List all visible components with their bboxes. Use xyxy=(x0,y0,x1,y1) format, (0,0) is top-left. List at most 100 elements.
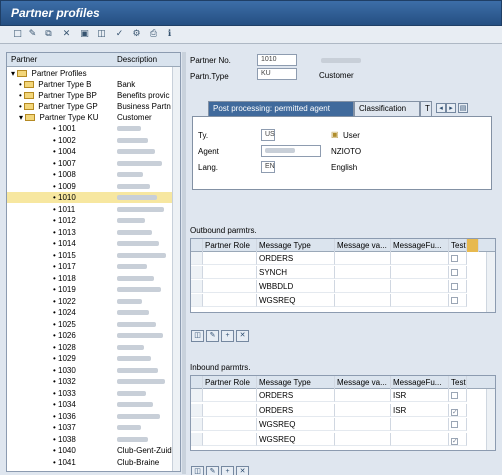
tree-partner-row[interactable]: • 1007 xyxy=(7,158,180,169)
outbound-scrollbar[interactable] xyxy=(486,252,495,312)
test-checkbox[interactable] xyxy=(451,269,458,276)
row-select[interactable] xyxy=(191,418,203,431)
message-variant-cell[interactable] xyxy=(335,252,391,265)
new-icon[interactable]: □ xyxy=(12,29,23,40)
row-select[interactable] xyxy=(191,294,203,307)
tab-next-icon[interactable]: ▸ xyxy=(446,103,456,113)
table-row[interactable]: WGSREQ xyxy=(191,294,495,307)
message-type-cell[interactable]: ORDERS xyxy=(257,389,335,402)
tree-partner-row[interactable]: • 1004 xyxy=(7,146,180,157)
test-checkbox[interactable] xyxy=(451,297,458,304)
tree-partner-row[interactable]: • 1038 xyxy=(7,434,180,445)
tab-more[interactable]: T xyxy=(420,101,432,116)
message-type-cell[interactable]: WGSREQ xyxy=(257,418,335,431)
table-row[interactable]: WGSREQ ✓ xyxy=(191,432,495,446)
message-variant-cell[interactable] xyxy=(335,294,391,307)
tree-partner-row[interactable]: • 1041 Club-Braine xyxy=(7,457,180,468)
test-checkbox[interactable] xyxy=(451,255,458,262)
tree-partner-row[interactable]: • 1019 xyxy=(7,284,180,295)
tree-partner-row[interactable]: • 1001 xyxy=(7,123,180,134)
test-cell[interactable] xyxy=(449,252,467,265)
partn-type-field[interactable]: KU xyxy=(257,68,297,80)
col-header[interactable]: MessageFu... xyxy=(391,239,449,252)
message-variant-cell[interactable] xyxy=(335,266,391,279)
lang-field[interactable]: EN xyxy=(261,161,275,173)
tree-partner-row[interactable]: • 1036 xyxy=(7,411,180,422)
col-header[interactable]: Partner Role xyxy=(203,239,257,252)
message-function-cell[interactable] xyxy=(391,252,449,265)
create-icon[interactable]: + xyxy=(221,466,234,475)
message-type-cell[interactable]: WGSREQ xyxy=(257,294,335,307)
layout-icon[interactable] xyxy=(467,239,479,252)
info-icon[interactable]: ℹ xyxy=(164,29,175,40)
message-function-cell[interactable] xyxy=(391,418,449,431)
tree-partner-row[interactable]: • 1009 xyxy=(7,181,180,192)
display-icon[interactable]: ◫ xyxy=(96,29,107,40)
collapsed-icon[interactable]: • xyxy=(19,102,22,111)
message-function-cell[interactable] xyxy=(391,280,449,293)
partner-role-cell[interactable] xyxy=(203,294,257,307)
table-row[interactable]: WGSREQ xyxy=(191,418,495,431)
tree-partner-row[interactable]: • 1014 xyxy=(7,238,180,249)
tree-type-row[interactable]: • Partner Type GP Business Partn xyxy=(7,101,180,112)
partner-role-cell[interactable] xyxy=(203,266,257,279)
row-select[interactable] xyxy=(191,252,203,265)
message-function-cell[interactable]: ISR xyxy=(391,403,449,417)
expand-icon[interactable]: ▾ xyxy=(19,113,23,122)
tree-partner-row[interactable]: • 1034 xyxy=(7,399,180,410)
row-select[interactable] xyxy=(191,389,203,402)
create-icon[interactable]: + xyxy=(221,330,234,342)
message-type-cell[interactable]: WGSREQ xyxy=(257,432,335,446)
test-cell[interactable] xyxy=(449,389,467,402)
table-row[interactable]: ORDERS ISR xyxy=(191,389,495,402)
agent-field[interactable] xyxy=(261,145,321,157)
tree-partner-row[interactable]: • 1026 xyxy=(7,330,180,341)
save-icon[interactable]: ▣ xyxy=(79,29,90,40)
tree-partner-row[interactable]: • 1022 xyxy=(7,296,180,307)
row-select[interactable] xyxy=(191,403,203,417)
tree-scrollbar[interactable] xyxy=(172,67,180,471)
tree-root[interactable]: ▾ Partner Profiles xyxy=(7,68,180,79)
table-row[interactable]: ORDERS xyxy=(191,252,495,265)
row-select[interactable] xyxy=(191,280,203,293)
display-icon[interactable]: ◫ xyxy=(191,466,204,475)
display-icon[interactable]: ◫ xyxy=(191,330,204,342)
copy-icon[interactable]: ⧉ xyxy=(43,29,54,40)
test-cell[interactable]: ✓ xyxy=(449,403,467,417)
partner-role-cell[interactable] xyxy=(203,403,257,417)
change-icon[interactable]: ✎ xyxy=(206,466,219,475)
splitter[interactable] xyxy=(182,52,186,474)
tree-partner-row[interactable]: • 1029 xyxy=(7,353,180,364)
partner-no-field[interactable]: 1010 xyxy=(257,54,297,66)
partner-role-cell[interactable] xyxy=(203,252,257,265)
inbound-scrollbar[interactable] xyxy=(486,389,495,450)
tree-partner-row[interactable]: • 1028 xyxy=(7,342,180,353)
tree-partner-row[interactable]: • 1018 xyxy=(7,273,180,284)
tree-partner-row[interactable]: • 1030 xyxy=(7,365,180,376)
check-icon[interactable]: ✓ xyxy=(114,29,125,40)
tree-partner-row[interactable]: • 1013 xyxy=(7,227,180,238)
tab-list-icon[interactable]: ▤ xyxy=(458,103,468,113)
tab-prev-icon[interactable]: ◂ xyxy=(436,103,446,113)
table-row[interactable]: SYNCH xyxy=(191,266,495,279)
partner-role-cell[interactable] xyxy=(203,432,257,446)
message-variant-cell[interactable] xyxy=(335,389,391,402)
tree-type-row[interactable]: • Partner Type B Bank xyxy=(7,79,180,90)
tree-partner-row[interactable]: • 1025 xyxy=(7,319,180,330)
test-checkbox[interactable] xyxy=(451,392,458,399)
test-checkbox[interactable] xyxy=(451,421,458,428)
tree-partner-row[interactable]: • 1040 Club-Gent-Zuid xyxy=(7,445,180,456)
col-header[interactable]: Partner Role xyxy=(203,376,257,389)
message-type-cell[interactable]: ORDERS xyxy=(257,403,335,417)
tree-partner-row[interactable]: • 1011 xyxy=(7,204,180,215)
partner-role-cell[interactable] xyxy=(203,418,257,431)
edit-icon[interactable]: ✎ xyxy=(27,29,38,40)
print-icon[interactable]: ⎙ xyxy=(148,29,159,40)
table-row[interactable]: ORDERS ISR ✓ xyxy=(191,403,495,417)
partner-role-cell[interactable] xyxy=(203,280,257,293)
row-select[interactable] xyxy=(191,432,203,446)
col-header[interactable]: Message Type xyxy=(257,239,335,252)
change-icon[interactable]: ✎ xyxy=(206,330,219,342)
message-function-cell[interactable] xyxy=(391,432,449,446)
tree-partner-row[interactable]: • 1032 xyxy=(7,376,180,387)
